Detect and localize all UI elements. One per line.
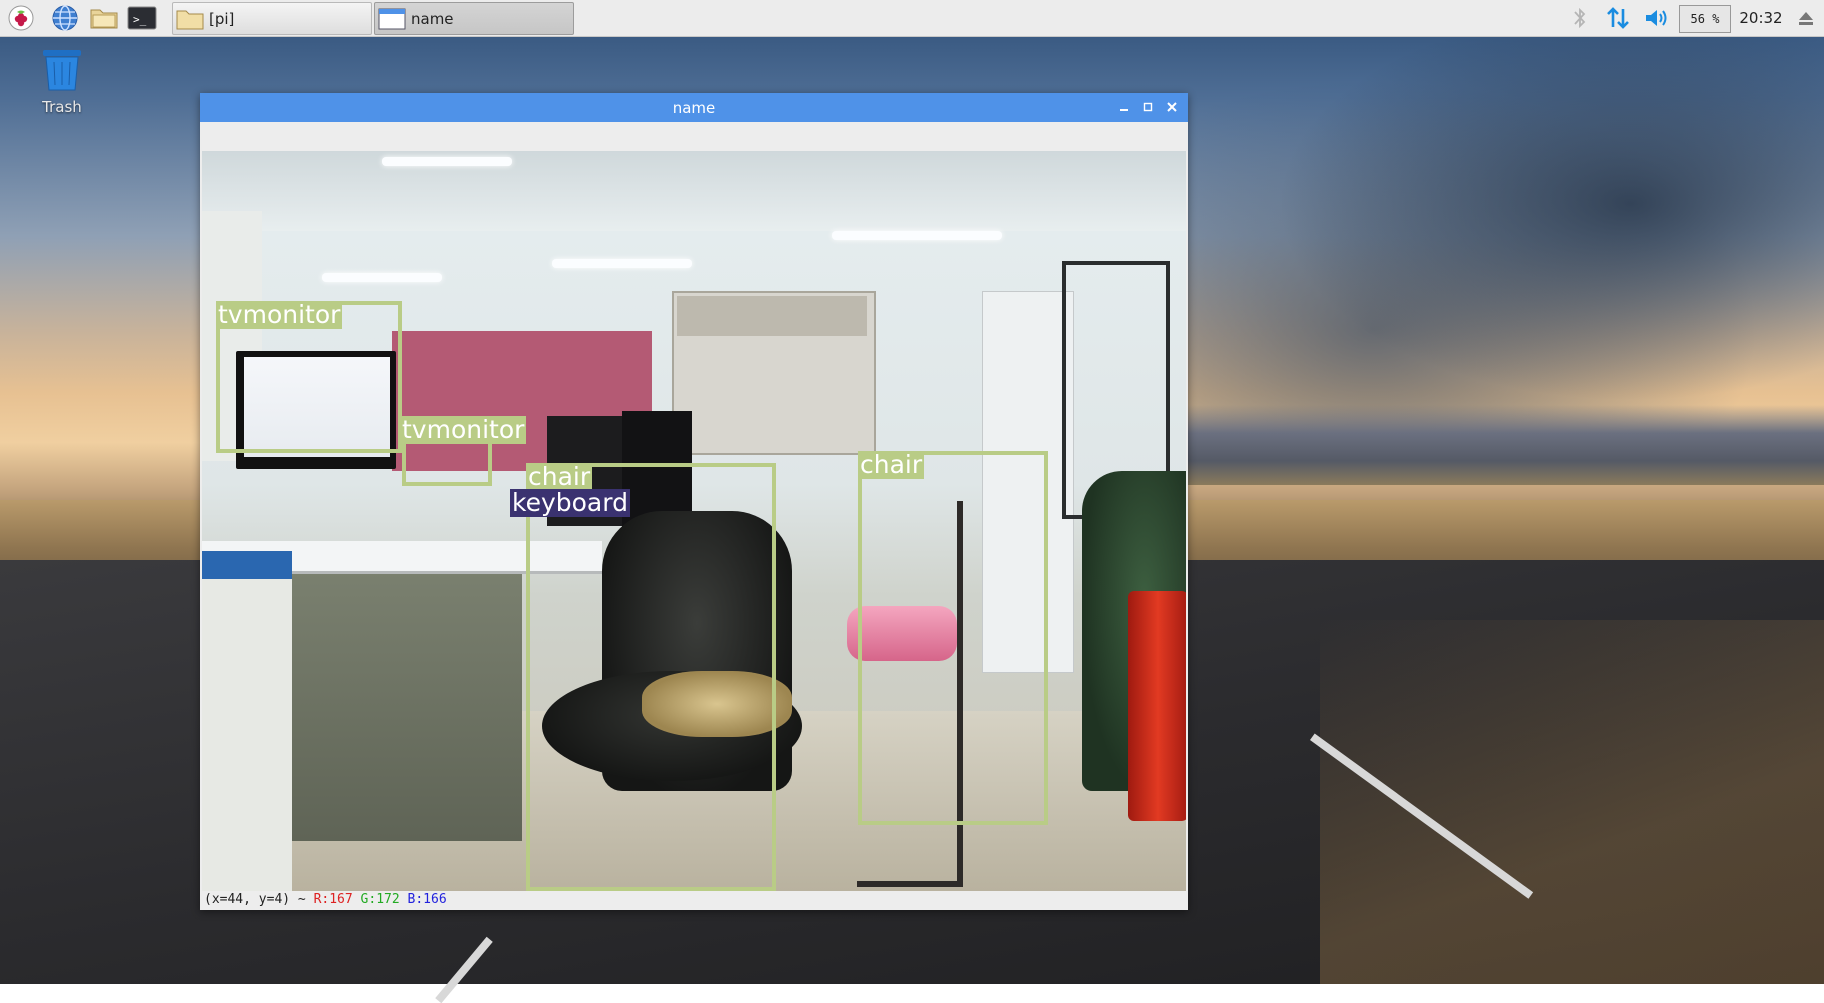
- folder-icon: [176, 10, 204, 29]
- file-manager-icon[interactable]: [89, 3, 119, 33]
- taskbar-button-name[interactable]: name: [374, 2, 574, 35]
- volume-icon[interactable]: [1641, 3, 1671, 33]
- scene-desk-side: [202, 571, 292, 891]
- window-titlebar[interactable]: name: [200, 93, 1188, 122]
- clock-label: 20:32: [1739, 9, 1783, 27]
- ceiling-light: [552, 259, 692, 268]
- svg-text:>_: >_: [133, 13, 147, 26]
- taskbar-button-label: [pi]: [209, 9, 235, 28]
- taskbar-button-label: name: [411, 9, 454, 28]
- detection-label: chair: [858, 450, 925, 479]
- cpu-usage-label: 56 %: [1690, 12, 1720, 26]
- detection-label: tvmonitor: [216, 300, 343, 329]
- clock[interactable]: 20:32: [1736, 3, 1786, 33]
- eject-icon[interactable]: [1794, 3, 1818, 33]
- trash-label: Trash: [42, 98, 82, 116]
- bluetooth-icon[interactable]: [1567, 3, 1593, 33]
- detection-box: [526, 463, 776, 891]
- ceiling-light: [322, 273, 442, 282]
- scene-desk-edge: [202, 551, 292, 579]
- pixel-status-bar: (x=44, y=4) ~ R:167 G:172 B:166: [204, 892, 447, 910]
- raspberry-menu-icon[interactable]: [6, 3, 36, 33]
- maximize-icon[interactable]: [1138, 97, 1158, 117]
- minimize-icon[interactable]: [1114, 97, 1134, 117]
- taskbar-button-pi[interactable]: [pi]: [172, 2, 372, 35]
- window-icon: [378, 8, 406, 29]
- scene-ceiling: [202, 151, 1186, 231]
- window-toolbar: [200, 122, 1188, 144]
- detection-label: tvmonitor: [400, 415, 527, 444]
- cpu-monitor[interactable]: 56 %: [1679, 5, 1731, 33]
- pixel-green-value: G:172: [360, 892, 400, 907]
- terminal-icon[interactable]: >_: [127, 3, 157, 33]
- pixel-red-value: R:167: [313, 892, 353, 907]
- close-icon[interactable]: [1162, 97, 1182, 117]
- ceiling-light: [382, 157, 512, 166]
- wallpaper-clouds: [1180, 36, 1824, 456]
- image-window: name tvmonitor tvmonitor chair keyboard …: [200, 93, 1188, 910]
- detection-image[interactable]: tvmonitor tvmonitor chair keyboard chair: [202, 151, 1186, 891]
- pixel-blue-value: B:166: [407, 892, 447, 907]
- trash-icon: [43, 50, 81, 91]
- taskbar: >_ [pi] name 56 % 20:32: [0, 0, 1824, 37]
- wallpaper-mountains: [1180, 405, 1824, 485]
- network-icon[interactable]: [1603, 3, 1633, 33]
- detection-box: [858, 451, 1048, 825]
- detection-label: chair: [526, 462, 593, 491]
- desktop-icon-trash[interactable]: Trash: [34, 48, 90, 116]
- ceiling-light: [832, 231, 1002, 240]
- scene-bin: [1128, 591, 1186, 821]
- scene-desk-under: [292, 571, 522, 841]
- web-browser-icon[interactable]: [50, 3, 80, 33]
- cursor-coords: (x=44, y=4) ~: [204, 892, 306, 907]
- window-title: name: [672, 99, 716, 117]
- detection-label: keyboard: [510, 488, 630, 517]
- scene-shelf: [677, 296, 867, 336]
